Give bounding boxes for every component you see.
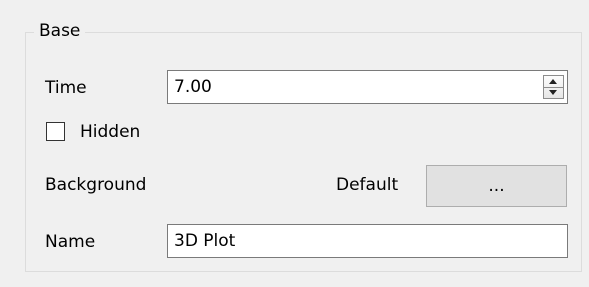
spin-down-button[interactable] <box>544 87 563 98</box>
hidden-checkbox[interactable] <box>46 122 65 141</box>
arrow-down-icon <box>549 90 557 95</box>
name-label: Name <box>45 232 96 252</box>
arrow-up-icon <box>549 79 557 84</box>
time-spinbox[interactable]: 7.00 <box>167 70 568 104</box>
background-color-button[interactable]: ... <box>426 165 567 207</box>
time-value: 7.00 <box>174 77 212 97</box>
group-title: Base <box>34 21 86 41</box>
name-input[interactable]: 3D Plot <box>167 224 568 258</box>
hidden-label[interactable]: Hidden <box>80 121 140 143</box>
background-label: Background <box>45 175 147 195</box>
name-value: 3D Plot <box>174 231 236 251</box>
spin-buttons[interactable] <box>543 75 564 99</box>
properties-panel: Base Time 7.00 Hidden Background Default… <box>0 0 589 287</box>
background-mode-text: Default <box>336 175 399 195</box>
time-label: Time <box>45 78 87 98</box>
